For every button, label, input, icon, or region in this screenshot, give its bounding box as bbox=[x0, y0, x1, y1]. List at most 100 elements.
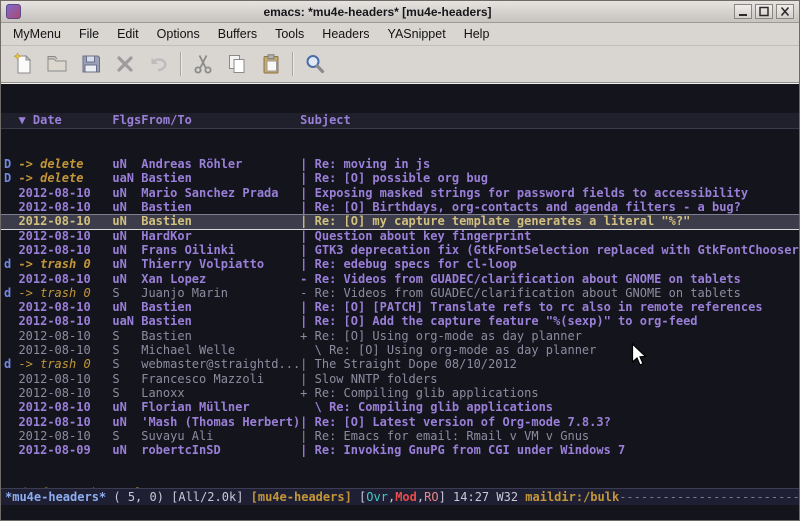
header-row[interactable]: 2012-08-10uN'Mash (Thomas Herbert)| Re: … bbox=[1, 415, 799, 429]
from-cell: Bastien bbox=[141, 329, 300, 343]
menu-item-edit[interactable]: Edit bbox=[108, 24, 148, 44]
open-file-button[interactable] bbox=[40, 49, 74, 80]
header-row[interactable]: D-> deleteuNAndreas Röhler| Re: moving i… bbox=[1, 157, 799, 171]
header-row[interactable]: 2012-08-10uNBastien| Re: [O] my capture … bbox=[1, 214, 799, 228]
from-cell: Lanoxx bbox=[141, 386, 300, 400]
header-row[interactable]: 2012-08-10uaNBastien| Re: [O] Add the ca… bbox=[1, 314, 799, 328]
menu-item-yasnippet[interactable]: YASnippet bbox=[379, 24, 455, 44]
menu-item-file[interactable]: File bbox=[70, 24, 108, 44]
maximize-icon bbox=[758, 6, 770, 17]
header-row[interactable]: 2012-08-10SLanoxx+ Re: Compiling glib ap… bbox=[1, 386, 799, 400]
header-row[interactable]: 2012-08-10uNMario Sanchez Prada| Exposin… bbox=[1, 186, 799, 200]
from-cell: Michael Welle bbox=[141, 343, 300, 357]
flags-cell: S bbox=[112, 357, 141, 371]
subject-cell: | Re: [O] possible org bug bbox=[300, 171, 799, 185]
title-bar[interactable]: emacs: *mu4e-headers* [mu4e-headers] bbox=[1, 1, 799, 23]
menu-item-options[interactable]: Options bbox=[148, 24, 209, 44]
save-button[interactable] bbox=[74, 49, 108, 80]
menu-item-help[interactable]: Help bbox=[455, 24, 499, 44]
subject-cell: | Re: [O] [PATCH] Translate refs to rc a… bbox=[300, 300, 799, 314]
close-buffer-button[interactable] bbox=[108, 49, 142, 80]
header-row[interactable]: 2012-08-10uNXan Lopez- Re: Videos from G… bbox=[1, 272, 799, 286]
menu-item-tools[interactable]: Tools bbox=[266, 24, 313, 44]
header-row[interactable]: 2012-08-10uNHardKor| Question about key … bbox=[1, 229, 799, 243]
date-cell: 2012-08-10 bbox=[18, 329, 112, 343]
column-date[interactable]: ▼ Date bbox=[18, 113, 112, 128]
minimize-button[interactable] bbox=[734, 4, 752, 19]
date-cell: 2012-08-10 bbox=[18, 400, 112, 414]
date-cell: -> trash 0 bbox=[18, 286, 112, 300]
column-fringe bbox=[4, 113, 18, 128]
header-row[interactable]: 2012-08-09uNrobertcInSD| Re: Invoking Gn… bbox=[1, 443, 799, 457]
header-row[interactable]: 2012-08-10SSuvayu Ali| Re: Emacs for ema… bbox=[1, 429, 799, 443]
date-cell: 2012-08-10 bbox=[18, 214, 112, 228]
header-row[interactable]: 2012-08-10uNFrans Oilinki| GTK3 deprecat… bbox=[1, 243, 799, 257]
flags-cell: S bbox=[112, 429, 141, 443]
date-cell: -> delete bbox=[18, 157, 112, 171]
close-buffer-icon bbox=[113, 52, 137, 76]
date-cell: 2012-08-10 bbox=[18, 343, 112, 357]
cut-icon bbox=[191, 52, 215, 76]
mark-cell bbox=[4, 343, 18, 357]
window-controls bbox=[734, 4, 794, 19]
open-file-icon bbox=[45, 52, 69, 76]
header-row[interactable]: d-> trash 0SJuanjo Marin- Re: Videos fro… bbox=[1, 286, 799, 300]
subject-cell: | Slow NNTP folders bbox=[300, 372, 799, 386]
column-flags[interactable]: Flgs bbox=[112, 113, 141, 128]
menu-item-mymenu[interactable]: MyMenu bbox=[4, 24, 70, 44]
modeline[interactable]: *mu4e-headers* ( 5, 0) [All/2.0k] [mu4e-… bbox=[1, 488, 799, 505]
mark-cell bbox=[4, 272, 18, 286]
from-cell: Frans Oilinki bbox=[141, 243, 300, 257]
subject-cell: | Exposing masked strings for password f… bbox=[300, 186, 799, 200]
close-button[interactable] bbox=[776, 4, 794, 19]
menu-item-headers[interactable]: Headers bbox=[313, 24, 378, 44]
header-row[interactable]: 2012-08-10SMichael Welle \ Re: [O] Using… bbox=[1, 343, 799, 357]
new-file-button[interactable] bbox=[6, 49, 40, 80]
column-subject[interactable]: Subject bbox=[300, 113, 799, 128]
header-row[interactable]: 2012-08-10SBastien+ Re: [O] Using org-mo… bbox=[1, 329, 799, 343]
subject-cell: | Re: Emacs for email: Rmail v VM v Gnus bbox=[300, 429, 799, 443]
date-cell: -> delete bbox=[18, 171, 112, 185]
menu-item-buffers[interactable]: Buffers bbox=[209, 24, 266, 44]
flags-cell: uN bbox=[112, 443, 141, 457]
echo-area[interactable] bbox=[1, 505, 799, 520]
paste-button[interactable] bbox=[254, 49, 288, 80]
mark-cell bbox=[4, 186, 18, 200]
search-icon bbox=[303, 52, 327, 76]
maximize-button[interactable] bbox=[755, 4, 773, 19]
subject-cell: \ Re: Compiling glib applications bbox=[300, 400, 799, 414]
header-row[interactable]: d-> trash 0Swebmaster@straightd...| The … bbox=[1, 357, 799, 371]
header-row[interactable]: D-> deleteuaNBastien| Re: [O] possible o… bbox=[1, 171, 799, 185]
from-cell: Andreas Röhler bbox=[141, 157, 300, 171]
header-row[interactable]: 2012-08-10uNBastien| Re: [O] Birthdays, … bbox=[1, 200, 799, 214]
from-cell: Juanjo Marin bbox=[141, 286, 300, 300]
header-row[interactable]: 2012-08-10uNFlorian Müllner \ Re: Compil… bbox=[1, 400, 799, 414]
modeline-segment: RO bbox=[424, 490, 438, 504]
toolbar-separator bbox=[292, 52, 294, 76]
flags-cell: S bbox=[112, 386, 141, 400]
from-cell: Bastien bbox=[141, 300, 300, 314]
cut-button[interactable] bbox=[186, 49, 220, 80]
paste-icon bbox=[259, 52, 283, 76]
subject-cell: | Re: [O] Latest version of Org-mode 7.8… bbox=[300, 415, 799, 429]
subject-cell: | Re: [O] Birthdays, org-contacts and ag… bbox=[300, 200, 799, 214]
mark-cell bbox=[4, 200, 18, 214]
mark-cell bbox=[4, 314, 18, 328]
mark-cell bbox=[4, 400, 18, 414]
flags-cell: S bbox=[112, 372, 141, 386]
header-row[interactable]: 2012-08-10uNBastien| Re: [O] [PATCH] Tra… bbox=[1, 300, 799, 314]
mark-cell bbox=[4, 300, 18, 314]
emacs-window: emacs: *mu4e-headers* [mu4e-headers] MyM… bbox=[0, 0, 800, 521]
from-cell: Bastien bbox=[141, 171, 300, 185]
subject-cell: \ Re: [O] Using org-mode as day planner bbox=[300, 343, 799, 357]
undo-button[interactable] bbox=[142, 49, 176, 80]
from-cell: Mario Sanchez Prada bbox=[141, 186, 300, 200]
from-cell: Thierry Volpiatto bbox=[141, 257, 300, 271]
header-row[interactable]: d-> trash 0uNThierry Volpiatto| Re: edeb… bbox=[1, 257, 799, 271]
copy-button[interactable] bbox=[220, 49, 254, 80]
from-cell: Francesco Mazzoli bbox=[141, 372, 300, 386]
column-from[interactable]: From/To bbox=[141, 113, 300, 128]
header-row[interactable]: 2012-08-10SFrancesco Mazzoli| Slow NNTP … bbox=[1, 372, 799, 386]
search-button[interactable] bbox=[298, 49, 332, 80]
from-cell: Florian Müllner bbox=[141, 400, 300, 414]
